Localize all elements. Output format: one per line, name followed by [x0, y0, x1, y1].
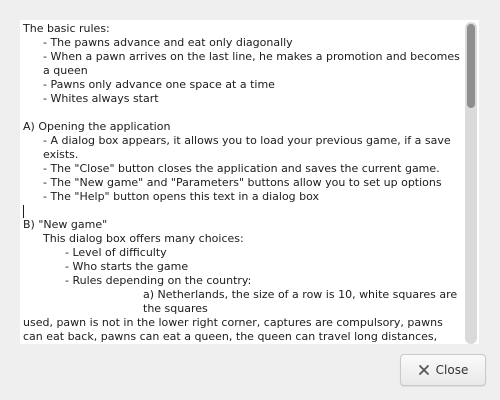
help-text-line	[23, 106, 463, 120]
help-text: The basic rules: - The pawns advance and …	[23, 22, 463, 344]
help-text-line-content: - A dialog box appears, it allows you to…	[43, 134, 455, 161]
help-text-line-content: The basic rules:	[23, 22, 110, 35]
close-icon	[418, 365, 429, 375]
help-text-line: used, pawn is not in the lower right cor…	[23, 316, 463, 344]
help-text-line-content: - The "Close" button closes the applicat…	[43, 162, 440, 175]
help-text-line-content: - Level of difficulty	[65, 246, 167, 259]
help-text-line: - The "Close" button closes the applicat…	[23, 162, 463, 176]
help-text-line: - When a pawn arrives on the last line, …	[23, 50, 463, 78]
help-text-line: This dialog box offers many choices:	[23, 232, 463, 246]
help-text-line-content: B) "New game"	[23, 218, 108, 231]
help-text-line-content: A) Opening the application	[23, 120, 171, 133]
help-text-line: - Rules depending on the country:	[23, 274, 463, 288]
help-text-line-content: - When a pawn arrives on the last line, …	[43, 50, 464, 77]
help-text-line-content: used, pawn is not in the lower right cor…	[23, 316, 443, 343]
help-text-line: a) Netherlands, the size of a row is 10,…	[23, 288, 463, 316]
help-text-line	[23, 204, 463, 218]
help-text-line: - Whites always start	[23, 92, 463, 106]
help-text-line: A) Opening the application	[23, 120, 463, 134]
help-text-line-content: a) Netherlands, the size of a row is 10,…	[143, 288, 461, 315]
help-text-line-content: - The "New game" and "Parameters" button…	[43, 176, 442, 189]
help-text-line: - The "New game" and "Parameters" button…	[23, 176, 463, 190]
vertical-scrollbar[interactable]	[465, 22, 477, 344]
close-button[interactable]: Close	[400, 354, 486, 386]
help-text-line-content: - Rules depending on the country:	[65, 274, 252, 287]
help-text-line: - Pawns only advance one space at a time	[23, 78, 463, 92]
help-text-line: - The pawns advance and eat only diagona…	[23, 36, 463, 50]
help-text-area[interactable]: The basic rules: - The pawns advance and …	[20, 20, 479, 344]
help-text-line-content: - The "Help" button opens this text in a…	[43, 190, 320, 203]
close-button-label: Close	[435, 363, 469, 377]
text-cursor	[23, 204, 24, 218]
scrollbar-thumb[interactable]	[467, 24, 475, 108]
help-dialog: The basic rules: - The pawns advance and …	[0, 0, 500, 400]
help-text-line: - The "Help" button opens this text in a…	[23, 190, 463, 204]
help-text-line-content: - Who starts the game	[65, 260, 189, 273]
help-text-line: - Who starts the game	[23, 260, 463, 274]
help-text-line: - Level of difficulty	[23, 246, 463, 260]
help-text-line-content: - Pawns only advance one space at a time	[43, 78, 275, 91]
help-text-line: - A dialog box appears, it allows you to…	[23, 134, 463, 162]
help-text-line: B) "New game"	[23, 218, 463, 232]
help-text-line-content: - The pawns advance and eat only diagona…	[43, 36, 293, 49]
help-text-line-content: - Whites always start	[43, 92, 159, 105]
help-text-line-content: This dialog box offers many choices:	[43, 232, 244, 245]
help-text-line: The basic rules:	[23, 22, 463, 36]
